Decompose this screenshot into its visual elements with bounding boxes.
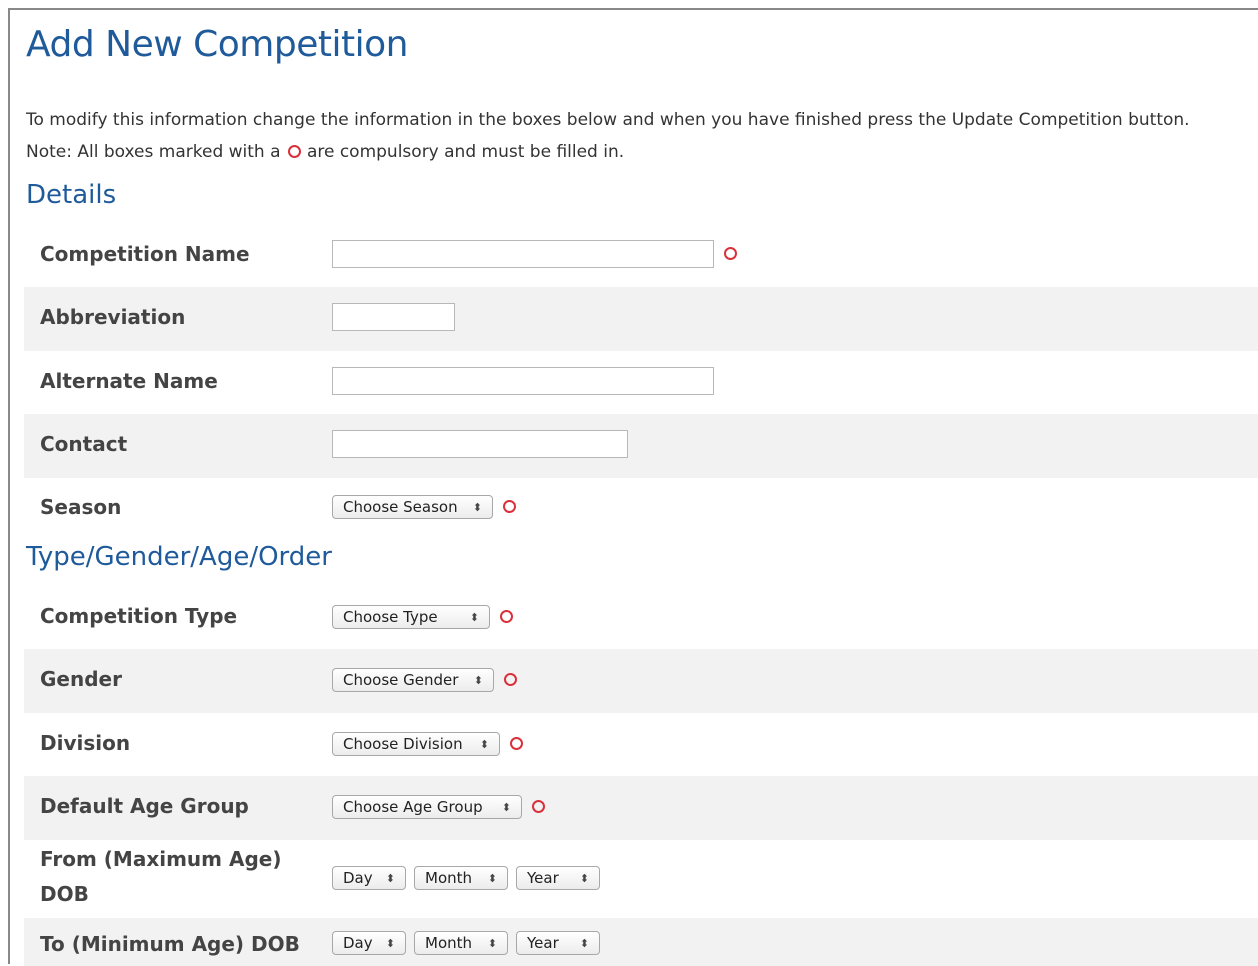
row-contact: Contact <box>24 414 1258 478</box>
division-select-value: Choose Division <box>343 735 463 753</box>
competition-name-controls <box>332 240 743 268</box>
to-day-value: Day <box>343 934 373 952</box>
abbreviation-label: Abbreviation <box>40 305 186 329</box>
required-circle-icon <box>504 672 517 686</box>
to-dob-label: To (Minimum Age) DOB <box>40 932 300 956</box>
alternate-name-label: Alternate Name <box>40 369 218 393</box>
row-division: Division Choose Division ⬍ <box>24 713 1258 776</box>
gender-select-value: Choose Gender <box>343 671 459 689</box>
contact-input[interactable] <box>332 430 628 458</box>
season-controls: Choose Season ⬍ <box>332 495 522 519</box>
updown-arrow-icon: ⬍ <box>469 610 479 624</box>
updown-arrow-icon: ⬍ <box>487 936 497 950</box>
to-dob-controls: Day ⬍ Month ⬍ Year ⬍ <box>332 931 600 955</box>
abbreviation-input[interactable] <box>332 303 455 331</box>
row-alternate-name: Alternate Name <box>24 351 1258 414</box>
default-age-group-label: Default Age Group <box>40 794 249 818</box>
from-dob-controls: Day ⬍ Month ⬍ Year ⬍ <box>332 866 600 890</box>
from-month-value: Month <box>425 869 473 887</box>
contact-label: Contact <box>40 432 128 456</box>
row-season: Season Choose Season ⬍ <box>24 478 1258 536</box>
section-details-heading: Details <box>26 180 117 210</box>
competition-name-label: Competition Name <box>40 242 250 266</box>
gender-select[interactable]: Choose Gender ⬍ <box>332 668 494 692</box>
required-circle-icon <box>500 609 513 623</box>
competition-name-input[interactable] <box>332 240 714 268</box>
section-type-heading: Type/Gender/Age/Order <box>26 542 332 572</box>
from-year-select[interactable]: Year ⬍ <box>516 866 600 890</box>
from-dob-label: From (Maximum Age) DOB <box>40 842 310 912</box>
required-circle-icon <box>724 246 737 260</box>
updown-arrow-icon: ⬍ <box>473 673 483 687</box>
required-circle-icon <box>503 499 516 513</box>
row-from-dob: From (Maximum Age) DOB Day ⬍ Month ⬍ Yea… <box>24 840 1258 918</box>
season-select[interactable]: Choose Season ⬍ <box>332 495 493 519</box>
updown-arrow-icon: ⬍ <box>487 871 497 885</box>
competition-type-select-value: Choose Type <box>343 608 438 626</box>
to-month-select[interactable]: Month ⬍ <box>414 931 508 955</box>
row-to-dob: To (Minimum Age) DOB Day ⬍ Month ⬍ Year … <box>24 918 1258 966</box>
from-dob-label-line1: From (Maximum Age) <box>40 847 282 871</box>
intro-line-2: Note: All boxes marked with a are compul… <box>26 136 1246 168</box>
page-title: Add New Competition <box>26 24 408 65</box>
age-group-controls: Choose Age Group ⬍ <box>332 795 551 819</box>
row-competition-type: Competition Type Choose Type ⬍ <box>24 586 1258 649</box>
gender-label: Gender <box>40 667 122 691</box>
intro-line-1: To modify this information change the in… <box>26 110 1190 130</box>
updown-arrow-icon: ⬍ <box>501 800 511 814</box>
row-abbreviation: Abbreviation <box>24 287 1258 351</box>
to-month-value: Month <box>425 934 473 952</box>
from-year-value: Year <box>527 869 559 887</box>
updown-arrow-icon: ⬍ <box>579 871 589 885</box>
updown-arrow-icon: ⬍ <box>472 500 482 514</box>
updown-arrow-icon: ⬍ <box>479 737 489 751</box>
alternate-name-input[interactable] <box>332 367 714 395</box>
age-group-select-value: Choose Age Group <box>343 798 483 816</box>
form-panel: Add New Competition To modify this infor… <box>8 8 1258 966</box>
from-day-value: Day <box>343 869 373 887</box>
updown-arrow-icon: ⬍ <box>385 936 395 950</box>
required-circle-icon <box>287 144 301 158</box>
contact-controls <box>332 430 628 458</box>
intro-note-pre: Note: All boxes marked with a <box>26 142 281 162</box>
required-circle-icon <box>510 736 523 750</box>
to-day-select[interactable]: Day ⬍ <box>332 931 406 955</box>
gender-controls: Choose Gender ⬍ <box>332 668 523 692</box>
from-day-select[interactable]: Day ⬍ <box>332 866 406 890</box>
intro-note-post: are compulsory and must be filled in. <box>306 142 625 162</box>
updown-arrow-icon: ⬍ <box>579 936 589 950</box>
row-competition-name: Competition Name <box>24 224 1258 287</box>
division-select[interactable]: Choose Division ⬍ <box>332 732 500 756</box>
division-label: Division <box>40 731 131 755</box>
age-group-select[interactable]: Choose Age Group ⬍ <box>332 795 522 819</box>
division-controls: Choose Division ⬍ <box>332 732 529 756</box>
competition-type-select[interactable]: Choose Type ⬍ <box>332 605 490 629</box>
alternate-name-controls <box>332 367 714 395</box>
season-label: Season <box>40 495 122 519</box>
competition-type-controls: Choose Type ⬍ <box>332 605 519 629</box>
competition-type-label: Competition Type <box>40 604 238 628</box>
row-default-age-group: Default Age Group Choose Age Group ⬍ <box>24 776 1258 840</box>
season-select-value: Choose Season <box>343 498 458 516</box>
from-dob-label-line2: DOB <box>40 882 89 906</box>
to-year-select[interactable]: Year ⬍ <box>516 931 600 955</box>
intro-text: To modify this information change the in… <box>26 104 1246 168</box>
updown-arrow-icon: ⬍ <box>385 871 395 885</box>
from-month-select[interactable]: Month ⬍ <box>414 866 508 890</box>
row-gender: Gender Choose Gender ⬍ <box>24 649 1258 713</box>
abbreviation-controls <box>332 303 455 331</box>
required-circle-icon <box>532 799 545 813</box>
to-year-value: Year <box>527 934 559 952</box>
